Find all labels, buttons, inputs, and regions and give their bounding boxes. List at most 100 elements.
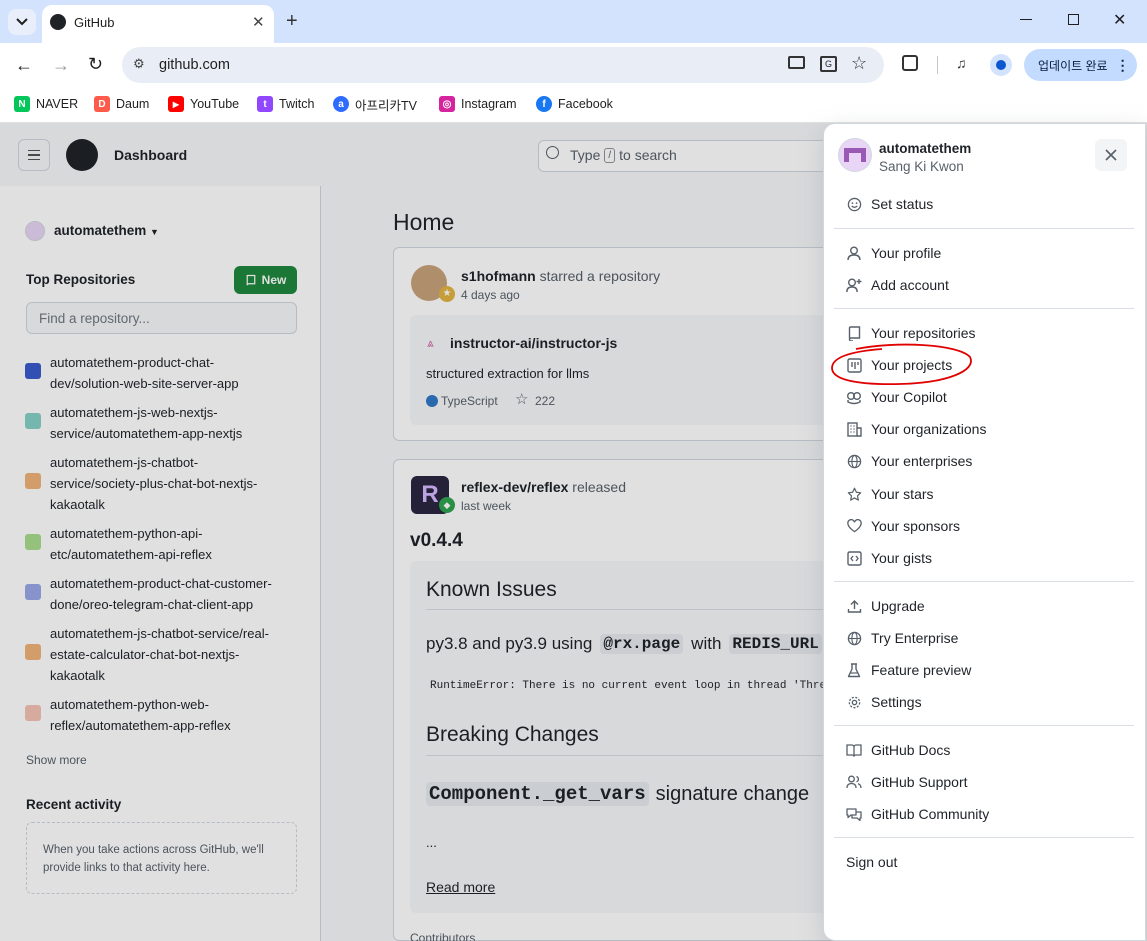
update-button[interactable]: 업데이트 완료 ⋮ <box>1024 49 1137 81</box>
tab-close-icon[interactable]: ✕ <box>252 13 265 31</box>
menu-github-community[interactable]: GitHub Community <box>846 802 1126 826</box>
back-icon[interactable]: ← <box>15 55 33 76</box>
tab-search-button[interactable] <box>8 9 36 35</box>
menu-feature-preview[interactable]: Feature preview <box>846 658 1126 682</box>
instagram-icon: ◎ <box>439 96 455 112</box>
menu-close-button[interactable] <box>1095 139 1127 171</box>
menu-add-account[interactable]: Add account <box>846 273 1126 297</box>
menu-set-status[interactable]: Set status <box>846 192 1126 216</box>
menu-your-sponsors[interactable]: Your sponsors <box>846 514 1126 538</box>
reload-icon[interactable]: ↻ <box>88 54 103 75</box>
menu-upgrade[interactable]: Upgrade <box>846 594 1126 618</box>
bookmark-label: NAVER <box>36 97 79 111</box>
chevron-down-icon <box>16 18 28 26</box>
github-favicon <box>50 14 66 30</box>
menu-item-label: Your sponsors <box>871 518 960 534</box>
annotation-circle <box>831 343 972 386</box>
bookmark-facebook[interactable]: f Facebook <box>536 94 613 114</box>
bookmark-label: Daum <box>116 97 150 111</box>
menu-item-label: Feature preview <box>871 662 972 678</box>
menu-item-label: Add account <box>871 277 949 293</box>
bookmark-label: YouTube <box>190 97 240 111</box>
menu-item-label: Your repositories <box>871 325 976 341</box>
bookmark-twitch[interactable]: t Twitch <box>257 94 314 114</box>
menu-settings[interactable]: Settings <box>846 690 1126 714</box>
menu-item-label: Try Enterprise <box>871 630 959 646</box>
forward-icon[interactable]: → <box>52 55 70 76</box>
menu-item-label: GitHub Docs <box>871 742 951 758</box>
menu-divider <box>834 308 1134 309</box>
menu-item-label: GitHub Community <box>871 806 990 822</box>
comment-discussion-icon <box>846 806 862 822</box>
afreecatv-icon: a <box>333 96 349 112</box>
menu-item-label: Your enterprises <box>871 453 973 469</box>
menu-item-label: Settings <box>871 694 922 710</box>
menu-your-profile[interactable]: Your profile <box>846 241 1126 265</box>
code-square-icon <box>846 550 862 566</box>
person-icon <box>846 245 862 261</box>
menu-divider <box>834 228 1134 229</box>
copilot-icon <box>846 389 862 405</box>
menu-your-enterprises[interactable]: Your enterprises <box>846 449 1126 473</box>
translate-icon[interactable]: G <box>820 56 837 72</box>
person-add-icon <box>846 277 862 293</box>
menu-item-label: Your profile <box>871 245 942 261</box>
menu-item-label: Upgrade <box>871 598 925 614</box>
kebab-menu-icon[interactable]: ⋮ <box>1116 57 1130 74</box>
menu-try-enterprise[interactable]: Try Enterprise <box>846 626 1126 650</box>
address-bar[interactable] <box>122 47 884 83</box>
globe-icon <box>846 453 862 469</box>
book-icon <box>846 742 862 758</box>
menu-divider <box>834 725 1134 726</box>
minimize-icon[interactable] <box>1020 19 1032 20</box>
menu-your-organizations[interactable]: Your organizations <box>846 417 1126 441</box>
star-icon <box>846 486 862 502</box>
menu-your-gists[interactable]: Your gists <box>846 546 1126 570</box>
url-text[interactable]: github.com <box>159 57 230 73</box>
bookmark-label: 아프리카TV <box>355 98 417 113</box>
menu-item-label: Your organizations <box>871 421 987 437</box>
bookmark-youtube[interactable]: ▶ YouTube <box>168 94 239 114</box>
close-icon <box>1105 149 1117 161</box>
menu-item-label: Your gists <box>871 550 932 566</box>
bookmark-star-icon[interactable]: ☆ <box>851 53 867 74</box>
menu-github-docs[interactable]: GitHub Docs <box>846 738 1126 762</box>
bookmark-afreecatv[interactable]: a 아프리카TV <box>333 94 417 114</box>
window-close-icon[interactable]: ✕ <box>1113 10 1126 30</box>
menu-your-stars[interactable]: Your stars <box>846 482 1126 506</box>
menu-user-avatar <box>838 138 872 172</box>
facebook-icon: f <box>536 96 552 112</box>
gear-icon <box>846 694 862 710</box>
globe-icon <box>846 630 862 646</box>
bookmark-label: Facebook <box>558 97 613 111</box>
heart-icon <box>846 518 862 534</box>
bookmark-instagram[interactable]: ◎ Instagram <box>439 94 517 114</box>
screen: { "browser": { "tab_title": "GitHub", "u… <box>0 0 1147 941</box>
media-icon[interactable]: ♫ <box>956 55 967 71</box>
menu-item-label: Your Copilot <box>871 389 947 405</box>
menu-item-label: Set status <box>871 196 934 212</box>
tab-title: GitHub <box>74 15 115 30</box>
upload-icon <box>846 598 862 614</box>
bookmark-daum[interactable]: D Daum <box>94 94 149 114</box>
new-tab-icon[interactable]: + <box>286 10 298 33</box>
extensions-icon[interactable] <box>902 55 918 71</box>
people-icon <box>846 774 862 790</box>
twitch-icon: t <box>257 96 273 112</box>
beaker-icon <box>846 662 862 678</box>
profile-avatar-icon[interactable] <box>990 54 1012 76</box>
menu-fullname: Sang Ki Kwon <box>879 159 964 174</box>
menu-github-support[interactable]: GitHub Support <box>846 770 1126 794</box>
bookmark-naver[interactable]: N NAVER <box>14 94 78 114</box>
toolbar-divider <box>937 56 938 74</box>
install-app-icon[interactable] <box>788 56 805 69</box>
site-info-icon[interactable]: ⚙ <box>133 56 145 72</box>
update-label: 업데이트 완료 <box>1038 58 1108 73</box>
menu-sign-out[interactable]: Sign out <box>846 850 1126 874</box>
naver-icon: N <box>14 96 30 112</box>
repo-icon <box>846 325 862 341</box>
menu-item-label: GitHub Support <box>871 774 968 790</box>
menu-username: automatethem <box>879 141 972 156</box>
maximize-icon[interactable] <box>1068 14 1079 25</box>
smiley-icon <box>846 196 862 212</box>
